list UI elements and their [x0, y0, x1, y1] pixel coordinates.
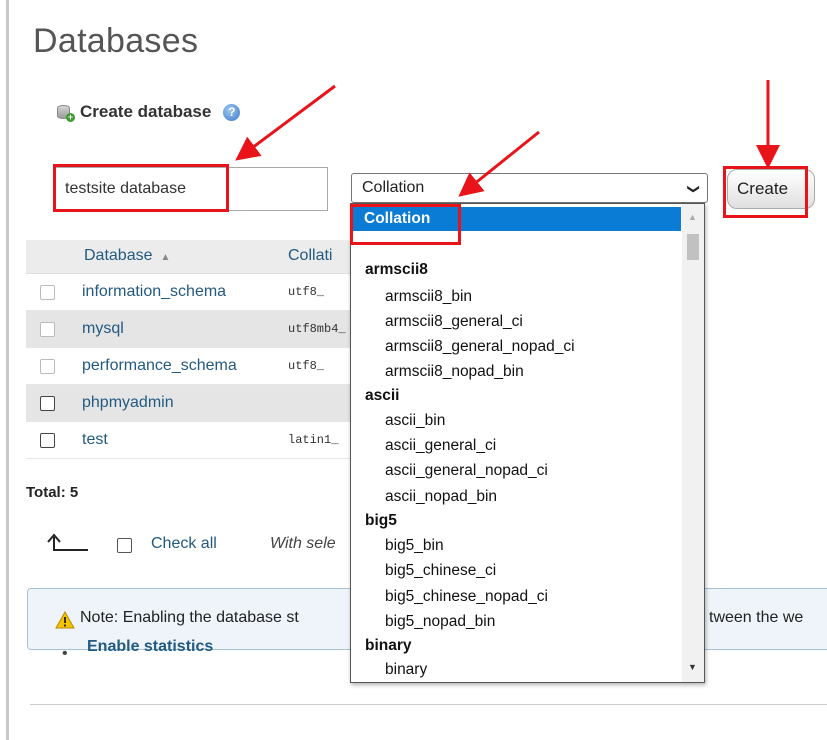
collation-option[interactable]: ascii_general_nopad_ci: [351, 460, 681, 482]
help-icon[interactable]: ?: [223, 103, 241, 121]
table-row: performance_schema utf8_: [26, 348, 366, 385]
collation-group: armscii8: [365, 261, 428, 278]
collation-select-value: Collation: [362, 179, 425, 196]
note-text-tail: tween the we: [709, 609, 804, 626]
create-database-label: Create database: [80, 102, 212, 121]
collation-option[interactable]: armscii8_nopad_bin: [351, 361, 681, 383]
enable-statistics-link[interactable]: Enable statistics: [87, 638, 213, 656]
scroll-down-icon[interactable]: ▼: [688, 662, 697, 672]
collation-option[interactable]: ascii_nopad_bin: [351, 486, 681, 508]
database-collation: utf8mb4_: [288, 322, 346, 336]
collation-option[interactable]: armscii8_general_nopad_ci: [351, 336, 681, 358]
database-collation: utf8_: [288, 359, 325, 373]
check-all-checkbox[interactable]: [117, 538, 132, 553]
annotation-box-name: [53, 164, 229, 212]
collation-group: ascii: [365, 387, 400, 404]
check-all-label[interactable]: Check all: [151, 535, 217, 553]
page-title: Databases: [33, 22, 199, 60]
warning-icon: [55, 611, 75, 629]
list-bullet: •: [62, 645, 68, 662]
database-name-link[interactable]: test: [82, 431, 108, 449]
row-checkbox[interactable]: [40, 396, 55, 411]
scrollbar-thumb[interactable]: [687, 234, 699, 260]
table-header: Database ▲ Collati: [26, 240, 366, 274]
with-selected-label: With sele: [270, 535, 336, 552]
collation-group: big5: [365, 512, 397, 529]
collation-option[interactable]: binary: [351, 659, 681, 681]
row-checkbox[interactable]: [40, 285, 55, 300]
database-collation: utf8_: [288, 285, 325, 299]
collation-option[interactable]: big5_chinese_nopad_ci: [351, 586, 681, 608]
collation-option[interactable]: big5_bin: [351, 535, 681, 557]
database-collation: latin1_: [288, 433, 339, 447]
note-text: Note: Enabling the database st: [80, 609, 299, 626]
database-name-link[interactable]: mysql: [82, 320, 124, 338]
database-name-link[interactable]: performance_schema: [82, 357, 237, 375]
check-all-arrow-icon: [47, 533, 88, 551]
annotation-arrow: [235, 84, 336, 161]
collation-option[interactable]: armscii8_bin: [351, 286, 681, 308]
collation-option[interactable]: big5_nopad_bin: [351, 611, 681, 633]
table-row: information_schema utf8_: [26, 274, 366, 311]
database-add-icon: +: [56, 103, 75, 122]
row-checkbox[interactable]: [40, 433, 55, 448]
sort-asc-icon: ▲: [160, 252, 171, 263]
collation-group: binary: [365, 637, 412, 654]
column-header-collation[interactable]: Collati: [288, 247, 332, 265]
chevron-down-icon: ❯: [686, 183, 701, 195]
collation-option[interactable]: big5_chinese_ci: [351, 560, 681, 582]
table-row: mysql utf8mb4_: [26, 311, 366, 348]
collation-option[interactable]: armscii8_general_ci: [351, 311, 681, 333]
annotation-box-collation: [350, 204, 461, 245]
collation-option[interactable]: ascii_general_ci: [351, 435, 681, 457]
collation-select[interactable]: Collation ❯: [351, 173, 708, 203]
row-checkbox[interactable]: [40, 322, 55, 337]
table-row: phpmyadmin: [26, 385, 366, 422]
database-name-link[interactable]: phpmyadmin: [82, 394, 174, 412]
database-name-link[interactable]: information_schema: [82, 283, 226, 301]
collation-group: cp1250: [351, 681, 681, 682]
dropdown-scrollbar[interactable]: ▲ ▼: [682, 204, 704, 682]
divider: [30, 704, 827, 705]
scroll-up-icon[interactable]: ▲: [688, 212, 697, 222]
collation-option[interactable]: ascii_bin: [351, 410, 681, 432]
collation-dropdown-list[interactable]: Collation armscii8 armscii8_bin armscii8…: [350, 203, 705, 683]
table-row: test latin1_: [26, 422, 366, 459]
left-border: [6, 0, 9, 740]
row-checkbox[interactable]: [40, 359, 55, 374]
create-database-heading: + Create database ?: [56, 102, 241, 122]
column-header-database[interactable]: Database ▲: [84, 247, 170, 265]
annotation-box-create: [723, 166, 808, 218]
table-total: Total: 5: [26, 484, 79, 501]
